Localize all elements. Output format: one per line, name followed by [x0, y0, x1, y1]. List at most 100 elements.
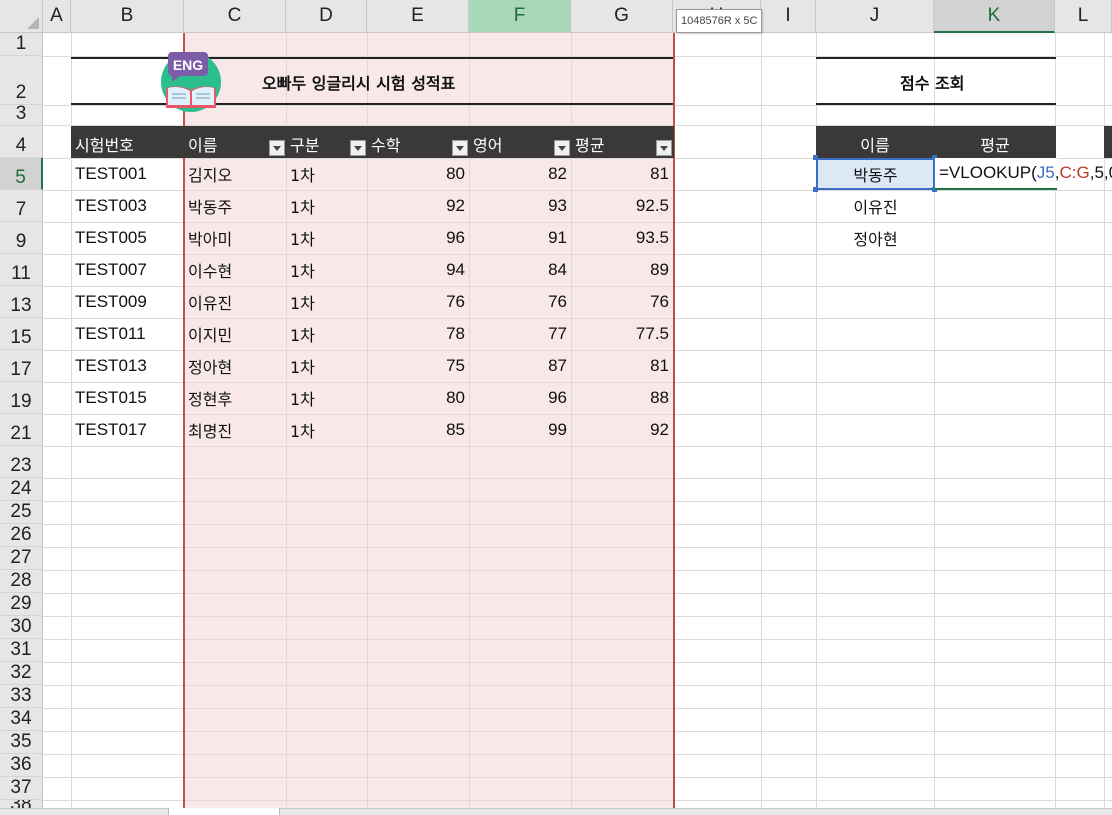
cell-test-number[interactable]: TEST015	[71, 382, 184, 414]
cell-english[interactable]: 77	[469, 318, 571, 350]
column-header[interactable]: G	[571, 0, 673, 33]
row-header[interactable]: 1	[0, 33, 43, 56]
cell-test-number[interactable]: TEST007	[71, 254, 184, 286]
column-header[interactable]: A	[43, 0, 71, 33]
cell-category[interactable]: 1차	[286, 222, 367, 254]
cell-name[interactable]: 김지오	[184, 158, 286, 190]
cell-average[interactable]: 92.5	[571, 190, 673, 222]
column-header-selected[interactable]: F	[469, 0, 571, 33]
cell-category[interactable]: 1차	[286, 414, 367, 446]
filter-dropdown-icon[interactable]	[350, 140, 366, 156]
row-header[interactable]: 3	[0, 105, 43, 126]
cell-name[interactable]: 최명진	[184, 414, 286, 446]
cell-name[interactable]: 이수현	[184, 254, 286, 286]
cell-test-number[interactable]: TEST005	[71, 222, 184, 254]
cell-english[interactable]: 99	[469, 414, 571, 446]
filter-dropdown-icon[interactable]	[269, 140, 285, 156]
cell-english[interactable]: 93	[469, 190, 571, 222]
cell-math[interactable]: 85	[367, 414, 469, 446]
cell-average[interactable]: 81	[571, 158, 673, 190]
row-header[interactable]: 7	[0, 190, 43, 222]
row-header[interactable]: 2	[0, 56, 43, 105]
cell-math[interactable]: 96	[367, 222, 469, 254]
row-header[interactable]: 26	[0, 524, 43, 547]
filter-dropdown-icon[interactable]	[554, 140, 570, 156]
cell-math[interactable]: 80	[367, 382, 469, 414]
cell-name[interactable]: 이지민	[184, 318, 286, 350]
row-header[interactable]: 31	[0, 639, 43, 662]
row-header[interactable]: 34	[0, 708, 43, 731]
cell-math[interactable]: 80	[367, 158, 469, 190]
column-header[interactable]: C	[184, 0, 286, 33]
lookup-name-cell[interactable]: 정아현	[816, 222, 935, 254]
cell-math[interactable]: 76	[367, 286, 469, 318]
row-header[interactable]: 32	[0, 662, 43, 685]
cell-english[interactable]: 96	[469, 382, 571, 414]
row-header[interactable]: 27	[0, 547, 43, 570]
column-header[interactable]: L	[1055, 0, 1112, 33]
cell-average[interactable]: 88	[571, 382, 673, 414]
row-header[interactable]: 19	[0, 382, 43, 414]
horizontal-scrollbar[interactable]	[0, 808, 1112, 815]
row-header[interactable]: 25	[0, 501, 43, 524]
column-header[interactable]: B	[71, 0, 184, 33]
cell-category[interactable]: 1차	[286, 286, 367, 318]
cell-category[interactable]: 1차	[286, 254, 367, 286]
cell-name[interactable]: 정아현	[184, 350, 286, 382]
cell-english[interactable]: 87	[469, 350, 571, 382]
cell-english[interactable]: 82	[469, 158, 571, 190]
formula-edit-cell[interactable]: =VLOOKUP(J5,C:G,5,0)	[935, 158, 1112, 190]
lookup-name-cell[interactable]: 이유진	[816, 190, 935, 222]
row-header[interactable]: 29	[0, 593, 43, 616]
row-header[interactable]: 23	[0, 446, 43, 478]
cell-average[interactable]: 77.5	[571, 318, 673, 350]
cell-average[interactable]: 89	[571, 254, 673, 286]
cell-name[interactable]: 이유진	[184, 286, 286, 318]
cell-category[interactable]: 1차	[286, 158, 367, 190]
row-header[interactable]: 28	[0, 570, 43, 593]
cell-test-number[interactable]: TEST011	[71, 318, 184, 350]
select-all-corner[interactable]	[0, 0, 43, 33]
cell-test-number[interactable]: TEST017	[71, 414, 184, 446]
row-header[interactable]: 21	[0, 414, 43, 446]
cell-average[interactable]: 81	[571, 350, 673, 382]
row-header[interactable]: 17	[0, 350, 43, 382]
row-header[interactable]: 4	[0, 126, 43, 158]
cell-average[interactable]: 93.5	[571, 222, 673, 254]
row-header-selected[interactable]: 5	[0, 158, 43, 190]
row-header[interactable]: 35	[0, 731, 43, 754]
column-header[interactable]: D	[286, 0, 367, 33]
cell-average[interactable]: 92	[571, 414, 673, 446]
cell-math[interactable]: 78	[367, 318, 469, 350]
row-header[interactable]: 9	[0, 222, 43, 254]
cell-english[interactable]: 76	[469, 286, 571, 318]
cell-name[interactable]: 박아미	[184, 222, 286, 254]
cell-name[interactable]: 정현후	[184, 382, 286, 414]
cell-average[interactable]: 76	[571, 286, 673, 318]
cell-name[interactable]: 박동주	[184, 190, 286, 222]
cell-test-number[interactable]: TEST003	[71, 190, 184, 222]
row-header[interactable]: 33	[0, 685, 43, 708]
cell-category[interactable]: 1차	[286, 382, 367, 414]
cell-test-number[interactable]: TEST009	[71, 286, 184, 318]
cell-category[interactable]: 1차	[286, 318, 367, 350]
row-header[interactable]: 24	[0, 478, 43, 501]
filter-dropdown-icon[interactable]	[452, 140, 468, 156]
cell-math[interactable]: 92	[367, 190, 469, 222]
row-header[interactable]: 30	[0, 616, 43, 639]
cell-test-number[interactable]: TEST001	[71, 158, 184, 190]
cell-category[interactable]: 1차	[286, 350, 367, 382]
cell-english[interactable]: 91	[469, 222, 571, 254]
cell-category[interactable]: 1차	[286, 190, 367, 222]
lookup-name-cell[interactable]: 박동주	[816, 158, 935, 190]
column-header[interactable]: E	[367, 0, 469, 33]
row-header[interactable]: 36	[0, 754, 43, 777]
row-header[interactable]: 11	[0, 254, 43, 286]
filter-dropdown-icon[interactable]	[656, 140, 672, 156]
cell-test-number[interactable]: TEST013	[71, 350, 184, 382]
row-header[interactable]: 13	[0, 286, 43, 318]
column-header[interactable]: J	[816, 0, 934, 33]
cell-math[interactable]: 75	[367, 350, 469, 382]
spreadsheet-grid[interactable]: ENG 오빠두 잉글리시 시험 성적표 점수 조회 시험번호 이름 구분 수학 …	[0, 0, 1112, 815]
cell-english[interactable]: 84	[469, 254, 571, 286]
